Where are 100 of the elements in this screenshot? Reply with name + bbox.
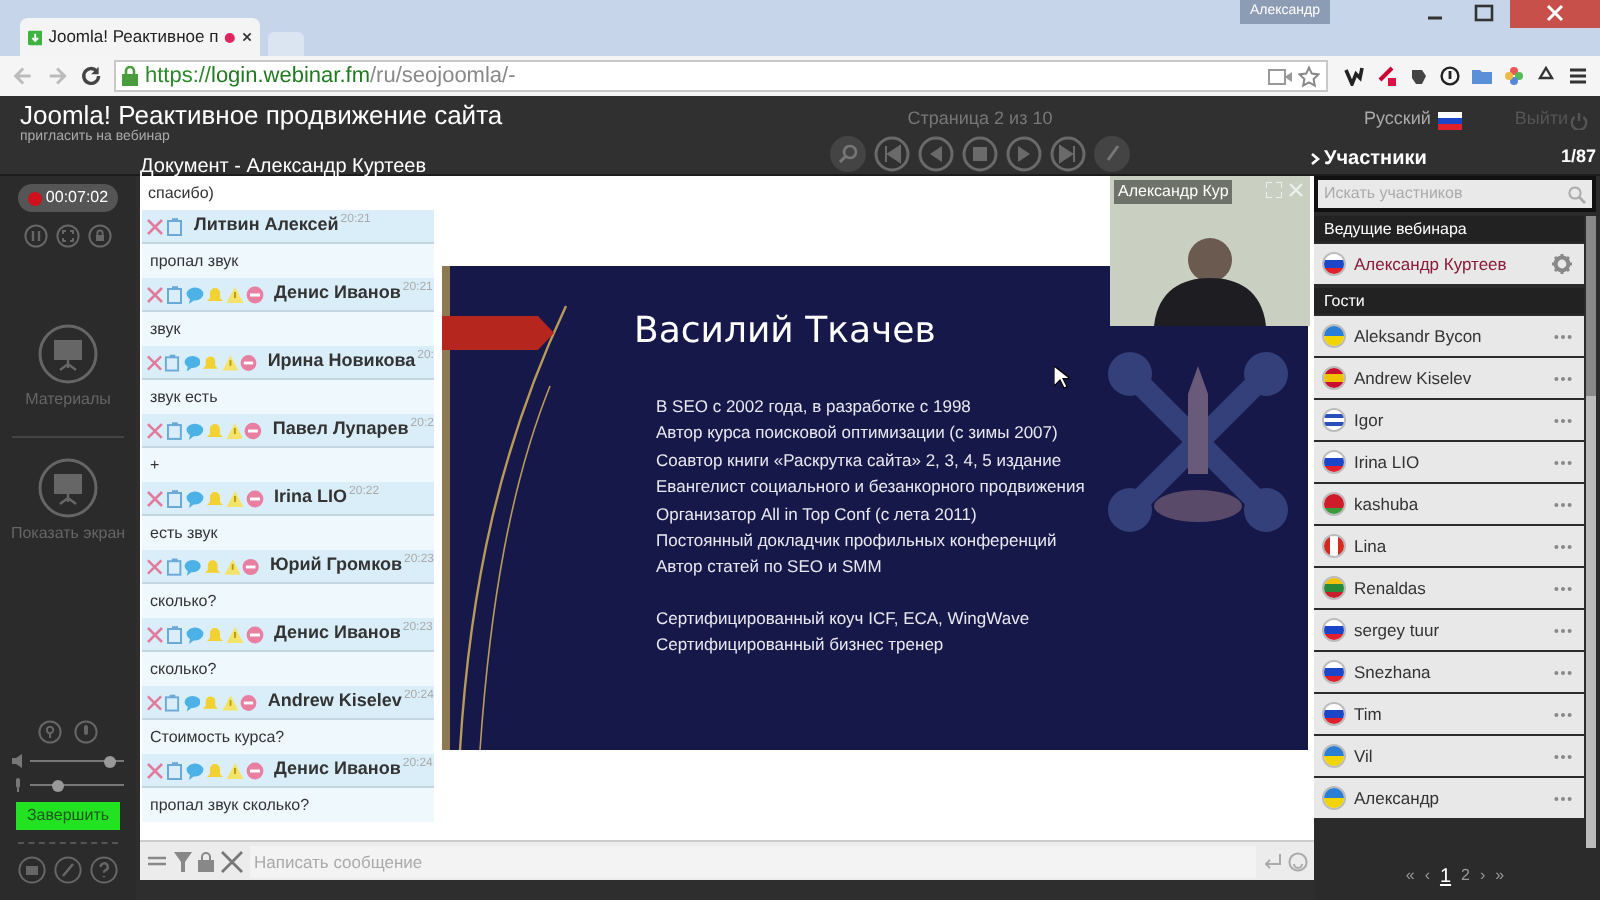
delete-icon[interactable] [146,489,164,507]
more-icon[interactable] [1554,417,1572,423]
lock-icon[interactable] [198,851,214,871]
gear-icon[interactable] [1552,254,1572,274]
page-link[interactable]: ‹ [1424,864,1430,888]
speech-bubble-icon[interactable] [186,761,204,779]
search-icon[interactable] [830,136,866,172]
finish-button[interactable]: Завершить [16,802,120,830]
speech-bubble-icon[interactable] [186,489,204,507]
slider-thumb[interactable] [52,779,65,791]
camera-icon[interactable] [18,856,46,884]
delete-icon[interactable] [146,557,164,575]
warning-icon[interactable] [226,761,244,779]
flag-icon[interactable] [1438,111,1463,129]
slider-thumb[interactable] [103,755,116,767]
page-link[interactable]: 2 [1461,864,1470,888]
more-icon[interactable] [1554,459,1572,465]
speech-bubble-icon[interactable] [183,353,201,371]
warning-icon[interactable] [226,489,244,507]
participant-row[interactable]: Александр [1314,778,1584,818]
participant-row[interactable]: Vil [1314,736,1584,776]
delete-icon[interactable] [146,217,164,235]
page-link[interactable]: « [1405,864,1415,888]
close-icon[interactable] [1510,0,1600,28]
enter-icon[interactable] [1262,853,1282,869]
clipboard-icon[interactable] [166,285,184,303]
microphone-icon[interactable] [74,720,98,744]
smiley-icon[interactable] [1288,851,1308,871]
pause-icon[interactable] [24,224,48,248]
participant-row[interactable]: Igor [1314,400,1584,440]
delete-icon[interactable] [146,625,164,643]
speech-bubble-icon[interactable] [183,693,201,711]
clipboard-icon[interactable] [166,489,184,507]
address-bar[interactable]: https://login.webinar.fm/ru/seojoomla/- [114,60,1329,92]
next-icon[interactable] [1006,136,1042,172]
scrollbar[interactable] [1586,216,1596,848]
previous-icon[interactable] [918,136,954,172]
clipboard-icon[interactable] [164,353,182,371]
block-icon[interactable] [246,625,264,643]
clipboard-icon[interactable] [165,421,184,439]
lock-icon[interactable] [88,224,112,248]
participant-row[interactable]: Irina LIO [1314,442,1584,482]
more-icon[interactable] [1554,501,1572,507]
flower-icon[interactable] [1504,66,1525,86]
filter-icon[interactable] [174,851,192,871]
block-icon[interactable] [242,557,260,575]
more-icon[interactable] [1554,795,1572,801]
speech-bubble-icon[interactable] [186,625,204,643]
forward-icon[interactable] [46,64,69,88]
more-icon[interactable] [1554,711,1572,717]
more-icon[interactable] [1554,585,1572,591]
clear-icon[interactable] [220,849,244,873]
clipboard-icon[interactable] [166,217,184,235]
warning-icon[interactable] [221,353,239,371]
warning-icon[interactable] [223,557,241,575]
more-icon[interactable] [1554,543,1572,549]
participant-row[interactable]: kashuba [1314,484,1584,524]
more-icon[interactable] [1554,669,1572,675]
stop-icon[interactable] [962,136,998,172]
clipboard-icon[interactable] [164,693,182,711]
participant-row[interactable]: Andrew Kiselev [1314,358,1584,398]
block-icon[interactable] [246,761,264,779]
warning-icon[interactable] [225,421,243,439]
delete-icon[interactable] [146,693,163,711]
participant-row[interactable]: Александр Куртеев [1314,244,1584,284]
warning-icon[interactable] [221,693,239,711]
delete-icon[interactable] [146,761,164,779]
delete-icon[interactable] [146,421,164,439]
clipboard-icon[interactable] [166,625,184,643]
back-icon[interactable] [12,64,35,88]
speech-bubble-icon[interactable] [184,557,202,575]
pencil-icon[interactable] [54,856,82,884]
speech-bubble-icon[interactable] [186,285,204,303]
block-icon[interactable] [240,353,258,371]
participant-row[interactable]: Renaldas [1314,568,1584,608]
help-icon[interactable] [90,856,118,884]
page-link[interactable]: 1 [1439,861,1452,891]
fullscreen-icon[interactable] [56,224,80,248]
participant-row[interactable]: Snezhana [1314,652,1584,692]
clipboard-icon[interactable] [166,761,184,779]
more-icon[interactable] [1554,333,1572,339]
block-icon[interactable] [240,693,258,711]
first-page-icon[interactable] [874,136,910,172]
delete-icon[interactable] [146,353,163,371]
block-icon[interactable] [246,489,264,507]
clipboard-icon[interactable] [165,557,183,575]
more-icon[interactable] [1554,753,1572,759]
message-input[interactable]: Написать сообщение [250,845,1256,877]
page-link[interactable]: » [1495,864,1505,888]
participant-row[interactable]: sergey tuur [1314,610,1584,650]
block-icon[interactable] [246,285,264,303]
speech-bubble-icon[interactable] [185,421,204,439]
block-icon[interactable] [244,421,263,439]
location-icon[interactable] [38,720,62,744]
reload-icon[interactable] [80,64,103,88]
page-link[interactable]: › [1480,864,1486,888]
delete-icon[interactable] [146,285,164,303]
folder-icon[interactable] [1472,66,1493,86]
warning-icon[interactable] [226,285,244,303]
last-page-icon[interactable] [1050,136,1086,172]
